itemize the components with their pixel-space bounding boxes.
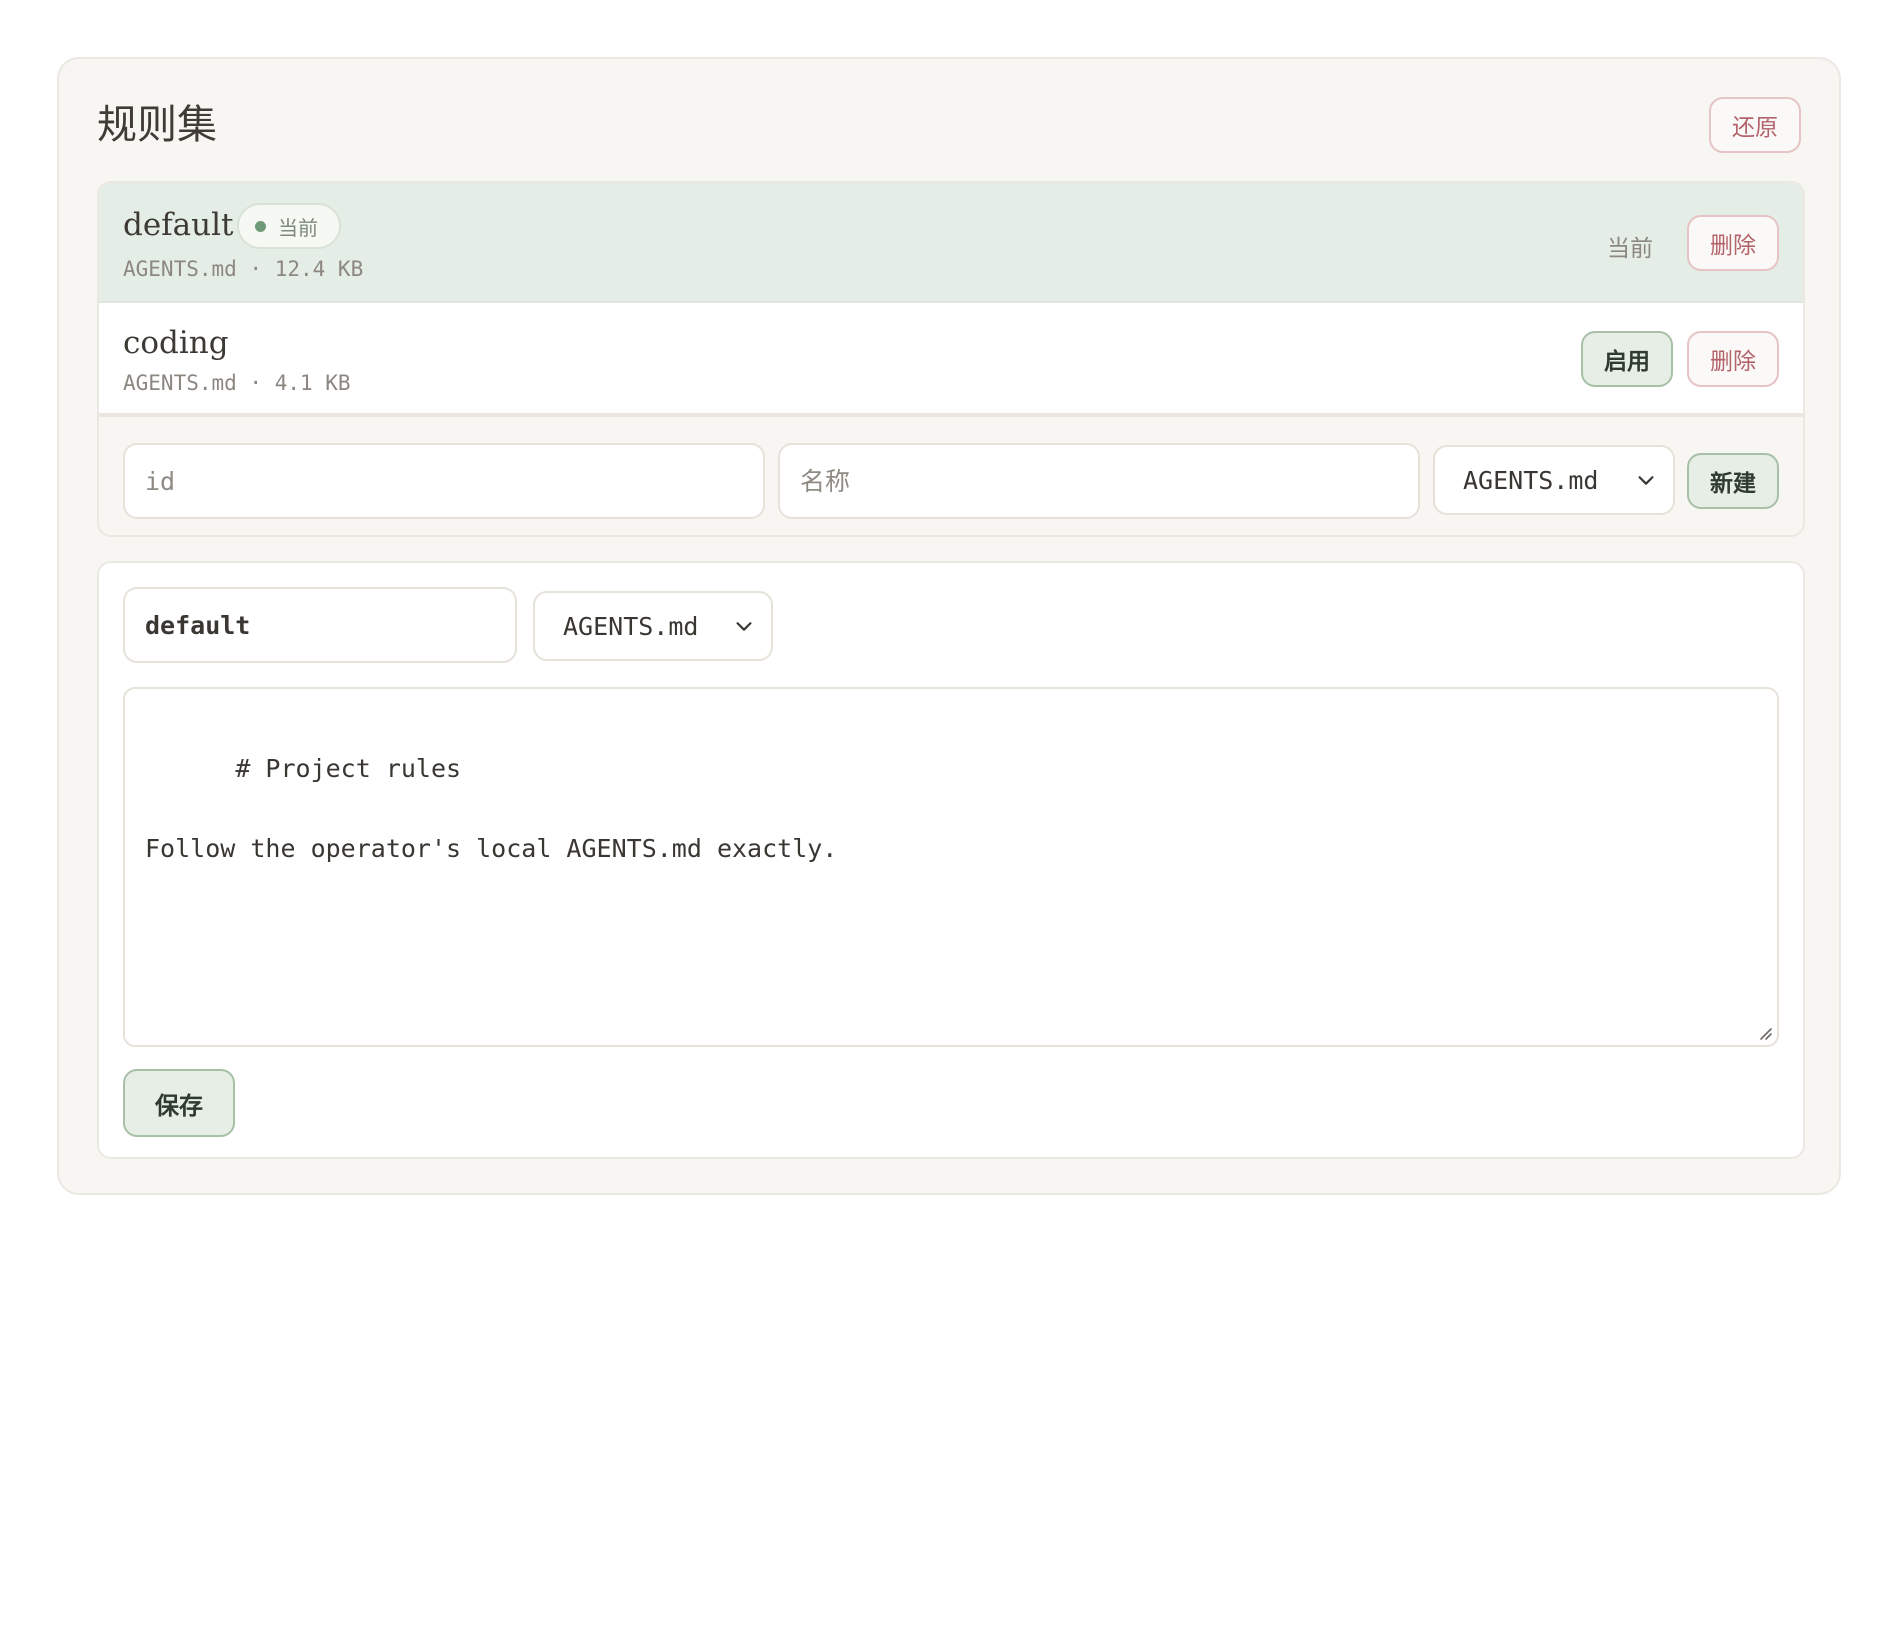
rules-content-textarea[interactable]: # Project rules Follow the operator's lo… [123, 687, 1779, 1047]
restore-button[interactable]: 还原 [1709, 97, 1801, 153]
new-ruleset-form: AGENTS.md 新建 [99, 421, 1803, 535]
page-title: 规则集 [97, 102, 217, 148]
chevron-down-icon [736, 622, 752, 631]
ruleset-row-default[interactable]: default 当前 AGENTS.md · 12.4 KB 当前 删除 [99, 183, 1803, 303]
rules-content-text: # Project rules Follow the operator's lo… [145, 754, 838, 863]
ruleset-editor: AGENTS.md # Project rules Follow the ope… [97, 561, 1805, 1159]
create-button[interactable]: 新建 [1687, 453, 1779, 509]
ruleset-meta: AGENTS.md · 4.1 KB [123, 371, 351, 395]
save-button[interactable]: 保存 [123, 1069, 235, 1137]
ruleset-row-coding[interactable]: coding AGENTS.md · 4.1 KB 启用 删除 [99, 303, 1803, 417]
ruleset-list: default 当前 AGENTS.md · 12.4 KB 当前 删除 cod… [97, 181, 1805, 537]
current-badge: 当前 [237, 203, 341, 249]
current-status-label: 当前 [1607, 236, 1653, 262]
edit-id-input[interactable] [123, 587, 517, 663]
resize-handle-icon[interactable] [1757, 1025, 1773, 1041]
panel-header: 规则集 还原 [97, 97, 1801, 155]
status-dot-icon [255, 220, 266, 232]
edit-file-select[interactable]: AGENTS.md [533, 591, 773, 661]
enable-button-coding[interactable]: 启用 [1581, 331, 1673, 387]
ruleset-name: default [123, 207, 234, 243]
new-id-input[interactable] [123, 443, 765, 519]
new-file-select[interactable]: AGENTS.md [1433, 445, 1675, 515]
current-badge-label: 当前 [278, 215, 318, 240]
rulesets-panel: 规则集 还原 default 当前 AGENTS.md · 12.4 KB 当前… [57, 57, 1841, 1195]
ruleset-name: coding [123, 325, 229, 361]
new-file-select-value: AGENTS.md [1463, 465, 1599, 495]
delete-button-coding[interactable]: 删除 [1687, 331, 1779, 387]
edit-file-select-value: AGENTS.md [563, 611, 699, 641]
delete-button-default[interactable]: 删除 [1687, 215, 1779, 271]
chevron-down-icon [1638, 476, 1654, 485]
ruleset-meta: AGENTS.md · 12.4 KB [123, 257, 364, 281]
new-name-input[interactable] [778, 443, 1420, 519]
